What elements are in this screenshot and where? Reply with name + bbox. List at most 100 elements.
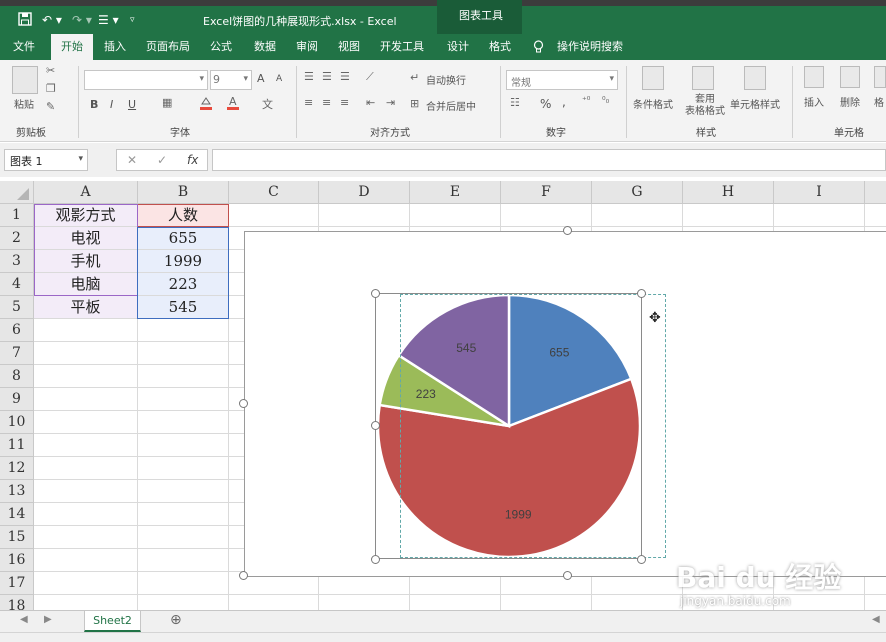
column-header[interactable]: E [410, 181, 501, 204]
grid-cell[interactable] [34, 595, 138, 610]
grow-font-button[interactable]: A [257, 72, 265, 85]
column-header[interactable]: G [592, 181, 683, 204]
table-cell[interactable]: 电脑 [34, 273, 138, 296]
chart-resize-handle[interactable] [239, 571, 248, 580]
number-format-combo[interactable]: 常规 ▾ [506, 70, 618, 90]
shrink-font-button[interactable]: A [276, 74, 282, 84]
row-header[interactable]: 17 [0, 572, 34, 595]
grid-cell[interactable] [501, 595, 592, 610]
grid-cell[interactable] [34, 457, 138, 480]
align-middle-icon[interactable]: ☰ [322, 70, 332, 83]
row-header[interactable]: 14 [0, 503, 34, 526]
row-header[interactable]: 3 [0, 250, 34, 273]
undo-icon[interactable]: ↶ ▾ [42, 12, 62, 28]
merge-center-button[interactable]: 合并后居中 [426, 98, 476, 113]
row-header[interactable]: 15 [0, 526, 34, 549]
grid-cell[interactable] [592, 595, 683, 610]
table-cell[interactable]: 平板 [34, 296, 138, 319]
accounting-format-icon[interactable]: ☷ [510, 96, 520, 109]
row-header[interactable]: 7 [0, 342, 34, 365]
plot-resize-handle[interactable] [637, 289, 646, 298]
grid-cell[interactable] [34, 480, 138, 503]
grid-cell[interactable] [138, 503, 229, 526]
column-header[interactable] [865, 181, 886, 204]
fill-color-icon[interactable] [198, 95, 214, 114]
grid-cell[interactable] [138, 457, 229, 480]
tell-me-search[interactable]: 操作说明搜索 [552, 34, 628, 60]
row-header[interactable]: 4 [0, 273, 34, 296]
confirm-icon[interactable]: ✓ [157, 153, 167, 167]
align-right-icon[interactable]: ≡ [340, 96, 349, 109]
row-header[interactable]: 11 [0, 434, 34, 457]
copy-icon[interactable]: ❐ [46, 82, 56, 95]
grid-cell[interactable] [34, 388, 138, 411]
grid-cell[interactable] [34, 434, 138, 457]
add-sheet-icon[interactable]: ⊕ [170, 612, 182, 628]
borders-icon[interactable]: ▦ [162, 96, 172, 109]
row-header[interactable]: 12 [0, 457, 34, 480]
align-top-icon[interactable]: ☰ [304, 70, 314, 83]
format-painter-icon[interactable]: ✎ [46, 100, 55, 113]
grid-cell[interactable] [34, 365, 138, 388]
tab-format[interactable]: 格式 [482, 34, 518, 60]
grid-cell[interactable] [138, 411, 229, 434]
column-header[interactable]: C [229, 181, 319, 204]
comma-button[interactable]: , [562, 95, 566, 109]
align-bottom-icon[interactable]: ☰ [340, 70, 350, 83]
row-header[interactable]: 18 [0, 595, 34, 610]
row-header[interactable]: 6 [0, 319, 34, 342]
column-header[interactable]: I [774, 181, 865, 204]
grid-cell[interactable] [683, 204, 774, 227]
table-cell[interactable]: 655 [138, 227, 229, 250]
format-cells-button[interactable]: 格 [874, 94, 884, 109]
grid-cell[interactable] [138, 572, 229, 595]
customize-icon[interactable]: ☰ ▾ [98, 12, 119, 28]
grid-cell[interactable] [34, 526, 138, 549]
grid-cell[interactable] [138, 549, 229, 572]
cancel-icon[interactable]: ✕ [127, 153, 137, 167]
grid-cell[interactable] [138, 388, 229, 411]
row-header[interactable]: 1 [0, 204, 34, 227]
tab-home[interactable]: 开始 [51, 34, 93, 60]
table-header-cell[interactable]: 观影方式 [34, 204, 138, 227]
table-cell[interactable]: 电视 [34, 227, 138, 250]
grid-cell[interactable] [138, 480, 229, 503]
grid-cell[interactable] [865, 204, 886, 227]
prev-sheet-icon[interactable]: ◀ [20, 614, 28, 625]
paste-icon[interactable] [12, 66, 38, 94]
grid-cell[interactable] [501, 204, 592, 227]
grid-cell[interactable] [865, 595, 886, 610]
tab-insert[interactable]: 插入 [96, 34, 134, 60]
grid-cell[interactable] [410, 595, 501, 610]
bold-button[interactable]: B [90, 98, 98, 111]
plot-resize-handle[interactable] [371, 289, 380, 298]
format-as-table-button[interactable]: 套用 表格格式 [680, 94, 730, 118]
column-header[interactable]: F [501, 181, 592, 204]
quick-access-more-icon[interactable]: ▿ [130, 12, 135, 28]
grid-cell[interactable] [34, 342, 138, 365]
increase-indent-icon[interactable]: ⇥ [386, 96, 395, 109]
table-cell[interactable]: 223 [138, 273, 229, 296]
table-header-cell[interactable]: 人数 [138, 204, 229, 227]
column-header[interactable]: B [138, 181, 229, 204]
plot-resize-handle[interactable] [371, 555, 380, 564]
paste-button[interactable]: 粘贴 [14, 96, 34, 111]
tab-view[interactable]: 视图 [331, 34, 367, 60]
grid-cell[interactable] [138, 365, 229, 388]
grid-cell[interactable] [319, 204, 410, 227]
tab-data[interactable]: 数据 [247, 34, 283, 60]
plot-resize-handle[interactable] [637, 555, 646, 564]
next-sheet-icon[interactable]: ▶ [44, 614, 52, 625]
table-cell[interactable]: 545 [138, 296, 229, 319]
tab-formulas[interactable]: 公式 [203, 34, 239, 60]
decrease-indent-icon[interactable]: ⇤ [366, 96, 375, 109]
tab-developer[interactable]: 开发工具 [376, 34, 428, 60]
tab-review[interactable]: 审阅 [289, 34, 325, 60]
grid-cell[interactable] [319, 595, 410, 610]
insert-cells-button[interactable]: 插入 [804, 94, 824, 109]
table-cell[interactable]: 手机 [34, 250, 138, 273]
orientation-icon[interactable]: ⟋ [366, 70, 374, 84]
row-header[interactable]: 8 [0, 365, 34, 388]
grid-cell[interactable] [138, 595, 229, 610]
chart-resize-handle[interactable] [563, 226, 572, 235]
